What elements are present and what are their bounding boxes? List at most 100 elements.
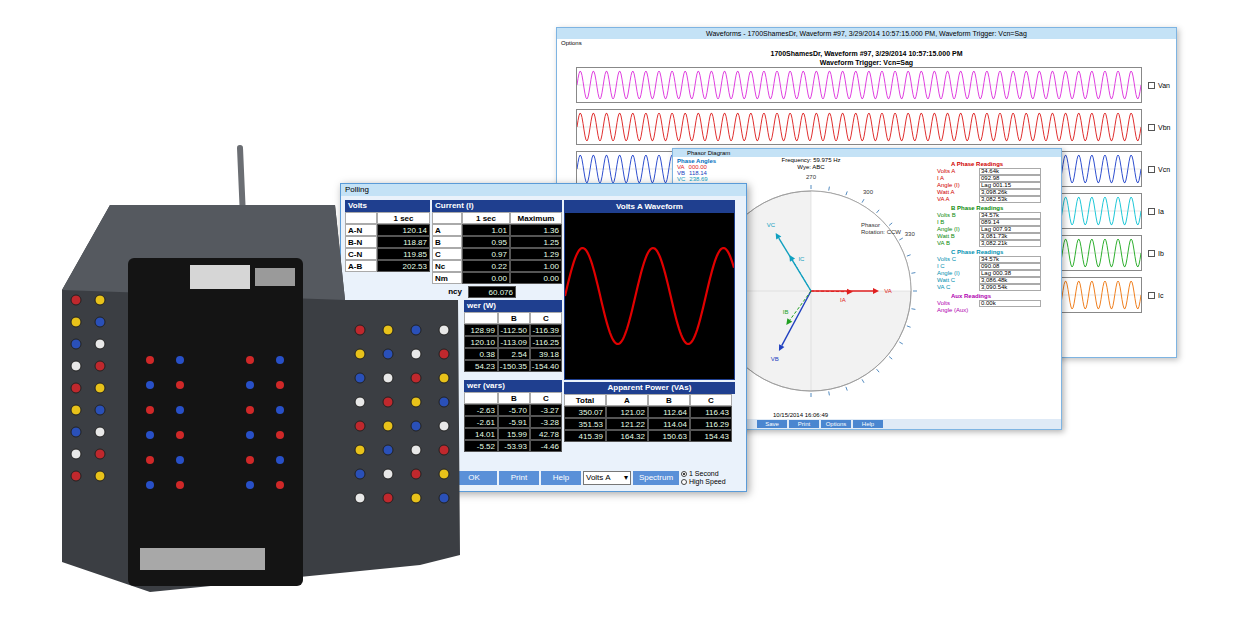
label-cell: Maximum bbox=[510, 212, 562, 224]
channel-label: Ib bbox=[1158, 249, 1164, 258]
table-row: 351.53121.22114.04116.29 bbox=[564, 418, 735, 430]
value-cell: -3.28 bbox=[530, 416, 562, 428]
polling-button[interactable]: Help bbox=[541, 471, 581, 485]
header-line: Waveform Trigger: Vcn=Sag bbox=[820, 58, 913, 67]
dial-label: 270 bbox=[806, 174, 817, 180]
channel-checkbox[interactable] bbox=[1148, 208, 1155, 215]
rotation-label: Phasor bbox=[861, 222, 880, 228]
value-cell: 116.43 bbox=[690, 406, 732, 418]
reading-value: 3,098.26k bbox=[979, 189, 1041, 196]
value-cell: -112.50 bbox=[498, 324, 530, 336]
reading-value: 3,081.73k bbox=[979, 233, 1041, 240]
reading-row: Angle (I)Lag 001.15 bbox=[937, 182, 1059, 189]
title-bar: Waveforms - 1700ShamesDr, Waveform #97, … bbox=[557, 28, 1176, 39]
column-header-row: TotalABC bbox=[564, 394, 735, 406]
label-cell: 1 sec bbox=[462, 212, 510, 224]
table-row: C-N119.85 bbox=[345, 248, 430, 260]
value-cell: 164.32 bbox=[606, 430, 648, 442]
panel-header: wer (vars) bbox=[464, 380, 562, 392]
value-cell: 350.07 bbox=[564, 406, 606, 418]
reading-value: 34.64k bbox=[979, 168, 1041, 175]
channel-checkbox[interactable] bbox=[1148, 124, 1155, 131]
value-cell: 121.02 bbox=[606, 406, 648, 418]
rate-radio[interactable]: 1 Second bbox=[681, 470, 737, 478]
reading-row: I C090.08 bbox=[937, 263, 1059, 270]
value-cell: 120.10 bbox=[464, 336, 498, 348]
value-cell: 0.00 bbox=[462, 272, 510, 284]
reading-row: Watt A3,098.26k bbox=[937, 189, 1059, 196]
value-cell: 39.18 bbox=[530, 348, 562, 360]
spectrum-button[interactable]: Spectrum bbox=[633, 471, 679, 485]
reading-row: VA A3,082.53k bbox=[937, 196, 1059, 203]
reading-value: 3,082.53k bbox=[979, 196, 1041, 203]
polling-button[interactable]: Print bbox=[499, 471, 539, 485]
value-cell: 202.53 bbox=[377, 260, 430, 272]
meter-device-photo-side bbox=[345, 300, 462, 600]
menu-item[interactable]: Options bbox=[561, 39, 582, 48]
channel-checkbox[interactable] bbox=[1148, 166, 1155, 173]
dial-label: 330 bbox=[905, 231, 916, 237]
reading-value: Lag 007.93 bbox=[979, 226, 1041, 233]
reading-value: 089.14 bbox=[979, 219, 1041, 226]
svg-text:IB: IB bbox=[783, 309, 789, 315]
value-cell: 1.36 bbox=[510, 224, 562, 236]
table-row: A-B202.53 bbox=[345, 260, 430, 272]
readings-title: A Phase Readings bbox=[937, 161, 1059, 168]
title-bar: Polling bbox=[341, 184, 746, 196]
value-cell: 1.00 bbox=[510, 260, 562, 272]
table-row: 120.10-113.09-116.25 bbox=[464, 336, 562, 348]
readings-section: A Phase ReadingsVolts A34.64kI A092.98An… bbox=[937, 161, 1059, 203]
label-cell: A-N bbox=[345, 224, 377, 236]
volts-panel: Volts1 secA-N120.14B-N118.87C-N119.85A-B… bbox=[345, 200, 430, 298]
phasor-button[interactable]: Help bbox=[853, 420, 883, 428]
svg-text:IC: IC bbox=[798, 256, 805, 262]
channel-checkbox[interactable] bbox=[1148, 250, 1155, 257]
channel-checkbox[interactable] bbox=[1148, 82, 1155, 89]
readings-panel: A Phase ReadingsVolts A34.64kI A092.98An… bbox=[935, 157, 1061, 411]
value-cell: 150.63 bbox=[648, 430, 690, 442]
reading-value: 3,086.48k bbox=[979, 277, 1041, 284]
channel-label: Vbn bbox=[1158, 123, 1170, 132]
phasor-vector: VA bbox=[811, 288, 892, 294]
value-cell: -116.39 bbox=[530, 324, 562, 336]
label-cell: B-N bbox=[345, 236, 377, 248]
current-panel: Current (I)1 secMaximumA1.011.36B0.951.2… bbox=[432, 200, 562, 298]
value-cell: 0.22 bbox=[462, 260, 510, 272]
channel-select[interactable]: Volts A▾ bbox=[583, 471, 631, 485]
phase-angles: Phase AnglesVA000.00VB118.14VC238.69 bbox=[673, 157, 733, 182]
phasor-button[interactable]: Options bbox=[821, 420, 851, 428]
value-cell: 119.85 bbox=[377, 248, 430, 260]
rate-radio[interactable]: High Speed bbox=[681, 478, 737, 486]
value-cell: -116.25 bbox=[530, 336, 562, 348]
column-header-row: BC bbox=[464, 392, 562, 404]
value-cell: 1.25 bbox=[510, 236, 562, 248]
value-cell: 54.23 bbox=[464, 360, 498, 372]
table-row: Nm0.000.00 bbox=[432, 272, 562, 284]
phasor-button[interactable]: Save bbox=[757, 420, 787, 428]
svg-text:VA: VA bbox=[884, 288, 892, 294]
readings-title: B Phase Readings bbox=[937, 205, 1059, 212]
value-cell: 120.14 bbox=[377, 224, 430, 236]
table-row: 14.0115.9942.78 bbox=[464, 428, 562, 440]
channel-row: Van bbox=[557, 67, 1176, 103]
channel-label: Ia bbox=[1158, 207, 1164, 216]
right-column: Volts A WaveformApparent Power (VAs)Tota… bbox=[564, 200, 735, 452]
rotation-label: Rotation: CCW bbox=[861, 229, 901, 235]
column-header-row: 1 secMaximum bbox=[432, 212, 562, 224]
channel-checkbox[interactable] bbox=[1148, 292, 1155, 299]
value-cell: 14.01 bbox=[464, 428, 498, 440]
value-cell: -2.61 bbox=[464, 416, 498, 428]
phasor-vector: IC bbox=[789, 255, 811, 291]
phasor-vector: IB bbox=[783, 291, 811, 325]
channel-label: Ic bbox=[1158, 291, 1163, 300]
channel-plot bbox=[576, 67, 1142, 103]
reading-value: 34.57k bbox=[979, 212, 1041, 219]
panel-header: Volts bbox=[345, 200, 430, 212]
label-cell: Nm bbox=[432, 272, 462, 284]
phasor-button[interactable]: Print bbox=[789, 420, 819, 428]
table-row: A-N120.14 bbox=[345, 224, 430, 236]
value-cell: -150.35 bbox=[498, 360, 530, 372]
channel-label: Van bbox=[1158, 81, 1170, 90]
value-cell: 0.97 bbox=[462, 248, 510, 260]
svg-text:VC: VC bbox=[767, 222, 776, 228]
